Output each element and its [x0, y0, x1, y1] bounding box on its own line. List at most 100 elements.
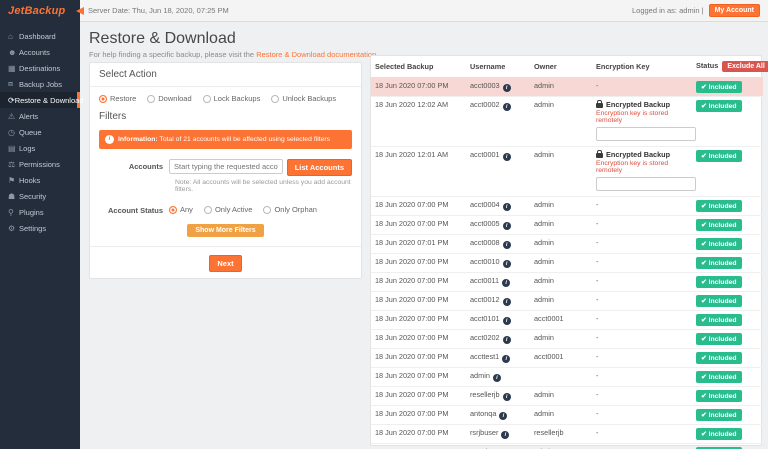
encrypted-backup-label: Encrypted Backup — [596, 100, 688, 109]
included-badge[interactable]: ✔ Included — [696, 238, 742, 250]
action-radio-lock-backups[interactable]: Lock Backups — [203, 94, 261, 103]
encryption-note: Encryption key is stored remotely — [596, 160, 688, 174]
cell-encryption-key: - — [592, 368, 692, 387]
included-badge[interactable]: ✔ Included — [696, 295, 742, 307]
backups-table: Selected Backup Username Owner Encryptio… — [371, 56, 763, 449]
radio-icon — [99, 95, 107, 103]
info-icon[interactable]: i — [503, 241, 511, 249]
info-icon[interactable]: i — [503, 84, 511, 92]
cell-selected-backup: 18 Jun 2020 07:00 PM — [371, 311, 466, 330]
included-badge[interactable]: ✔ Included — [696, 409, 742, 421]
logs-icon: ▤ — [8, 144, 19, 153]
cell-owner: acct0001 — [530, 311, 592, 330]
cell-username: accttest1i — [466, 349, 530, 368]
action-radio-restore[interactable]: Restore — [99, 94, 136, 103]
status-radio-only-orphan[interactable]: Only Orphan — [263, 205, 317, 214]
cell-username: acct0101i — [466, 311, 530, 330]
info-icon[interactable]: i — [503, 260, 511, 268]
info-icon[interactable]: i — [503, 222, 511, 230]
cell-owner: admin — [530, 444, 592, 449]
included-badge[interactable]: ✔ Included — [696, 371, 742, 383]
sidebar-item-plugins[interactable]: ⚲Plugins — [0, 204, 80, 220]
cell-username: antonqai — [466, 406, 530, 425]
lock-icon — [596, 103, 603, 108]
included-badge[interactable]: ✔ Included — [696, 200, 742, 212]
table-row: 18 Jun 2020 07:00 PMresellerjbiadmin-✔ I… — [371, 387, 763, 406]
action-radio-download[interactable]: Download — [147, 94, 191, 103]
cell-owner — [530, 368, 592, 387]
sidebar-item-permissions[interactable]: ⚖Permissions — [0, 156, 80, 172]
cell-encryption-key: Encrypted BackupEncryption key is stored… — [592, 147, 692, 197]
info-icon[interactable]: i — [503, 153, 511, 161]
info-icon[interactable]: i — [503, 336, 511, 344]
included-badge[interactable]: ✔ Included — [696, 150, 742, 162]
info-icon[interactable]: i — [503, 103, 511, 111]
action-radio-unlock-backups[interactable]: Unlock Backups — [271, 94, 336, 103]
alerts-icon: ⚠ — [8, 112, 19, 121]
cell-selected-backup: 18 Jun 2020 07:00 PM — [371, 368, 466, 387]
cell-selected-backup: 18 Jun 2020 07:00 PM — [371, 254, 466, 273]
cell-owner: admin — [530, 387, 592, 406]
encryption-key-input[interactable] — [596, 177, 696, 191]
settings-icon: ⚙ — [8, 224, 19, 233]
included-badge[interactable]: ✔ Included — [696, 333, 742, 345]
logo-jet-icon — [76, 7, 84, 15]
sidebar-item-dashboard[interactable]: ⌂Dashboard — [0, 28, 80, 44]
sidebar-item-settings[interactable]: ⚙Settings — [0, 220, 80, 236]
info-icon[interactable]: i — [503, 317, 511, 325]
info-icon[interactable]: i — [503, 393, 511, 401]
cell-username: rsrjbuseri — [466, 425, 530, 444]
accounts-label: Accounts — [99, 159, 169, 171]
table-header-row: Selected Backup Username Owner Encryptio… — [371, 56, 763, 78]
included-badge[interactable]: ✔ Included — [696, 257, 742, 269]
status-radio-only-active[interactable]: Only Active — [204, 205, 253, 214]
info-icon[interactable]: i — [503, 298, 511, 306]
cell-encryption-key: - — [592, 197, 692, 216]
sidebar-item-security[interactable]: ☗Security — [0, 188, 80, 204]
radio-label: Lock Backups — [214, 94, 261, 103]
sidebar-item-accounts[interactable]: ☻Accounts — [0, 44, 80, 60]
included-badge[interactable]: ✔ Included — [696, 390, 742, 402]
next-button[interactable]: Next — [209, 255, 241, 272]
sidebar-item-backup-jobs[interactable]: ⧈Backup Jobs — [0, 76, 80, 92]
included-badge[interactable]: ✔ Included — [696, 81, 742, 93]
sidebar-item-hooks[interactable]: ⚑Hooks — [0, 172, 80, 188]
sidebar-item-alerts[interactable]: ⚠Alerts — [0, 108, 80, 124]
sidebar-item-label: Logs — [19, 144, 35, 153]
cell-encryption-key: - — [592, 216, 692, 235]
show-more-filters-button[interactable]: Show More Filters — [187, 224, 263, 237]
info-icon[interactable]: i — [502, 279, 510, 287]
table-row: 18 Jun 2020 12:02 AMacct0002iadminEncryp… — [371, 97, 763, 147]
cell-owner: admin — [530, 292, 592, 311]
info-icon[interactable]: i — [501, 431, 509, 439]
info-icon[interactable]: i — [502, 355, 510, 363]
included-badge[interactable]: ✔ Included — [696, 428, 742, 440]
accounts-input[interactable] — [169, 159, 283, 174]
cell-selected-backup: 18 Jun 2020 07:00 PM — [371, 273, 466, 292]
included-badge[interactable]: ✔ Included — [696, 100, 742, 112]
included-badge[interactable]: ✔ Included — [696, 276, 742, 288]
encryption-key-input[interactable] — [596, 127, 696, 141]
restore-download-icon: ⟳ — [8, 96, 15, 105]
cell-status: ✔ Included — [692, 406, 763, 425]
sidebar-item-restore-download[interactable]: ⟳Restore & Download — [0, 92, 80, 108]
encrypted-backup-label: Encrypted Backup — [596, 150, 688, 159]
my-account-button[interactable]: My Account — [709, 4, 760, 17]
status-radio-any[interactable]: Any — [169, 205, 193, 214]
included-badge[interactable]: ✔ Included — [696, 219, 742, 231]
sidebar-item-destinations[interactable]: ▦Destinations — [0, 60, 80, 76]
info-icon[interactable]: i — [503, 203, 511, 211]
sidebar-item-label: Queue — [19, 128, 42, 137]
sidebar-item-queue[interactable]: ◷Queue — [0, 124, 80, 140]
exclude-all-button[interactable]: Exclude All — [722, 61, 768, 72]
list-accounts-button[interactable]: List Accounts — [287, 159, 352, 176]
cell-encryption-key: - — [592, 406, 692, 425]
info-icon[interactable]: i — [493, 374, 501, 382]
cell-owner: admin — [530, 216, 592, 235]
info-icon[interactable]: i — [499, 412, 507, 420]
sidebar-item-logs[interactable]: ▤Logs — [0, 140, 80, 156]
included-badge[interactable]: ✔ Included — [696, 314, 742, 326]
included-badge[interactable]: ✔ Included — [696, 352, 742, 364]
documentation-link[interactable]: Restore & Download documentation. — [256, 50, 378, 59]
cell-username: acct0001i — [466, 147, 530, 197]
